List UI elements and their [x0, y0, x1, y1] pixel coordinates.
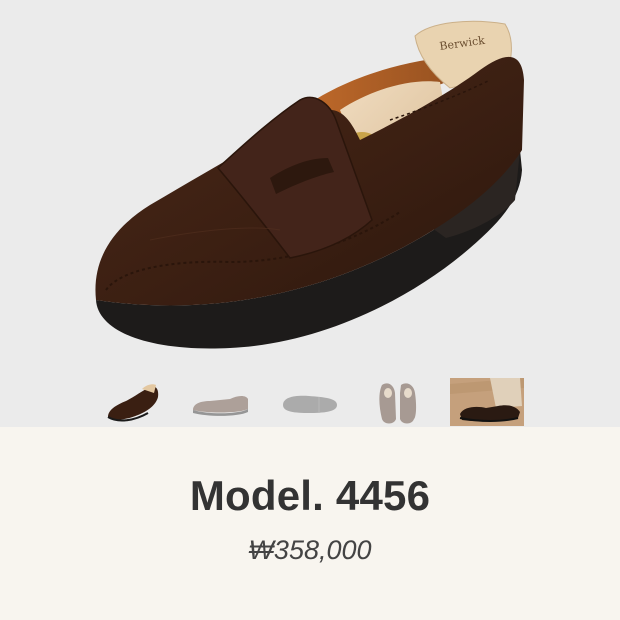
product-model-name: Model. 4456: [189, 472, 431, 519]
product-price: ₩358,000: [248, 535, 372, 565]
product-card: Berwick Model. 4456 ₩358,000: [0, 0, 620, 620]
thumbnail-lifestyle-view[interactable]: [450, 378, 524, 426]
product-info: Model. 4456 ₩358,000: [0, 427, 620, 620]
thumbnail-angle-view[interactable]: [104, 377, 162, 427]
thumbnail-side-view[interactable]: [190, 377, 252, 427]
thumbnail-pair-view[interactable]: [374, 377, 422, 427]
main-product-image: Berwick: [95, 20, 525, 349]
thumbnail-strip: [0, 372, 620, 427]
product-gallery: Berwick: [0, 0, 620, 427]
thumbnail-sole-view[interactable]: [279, 377, 341, 427]
